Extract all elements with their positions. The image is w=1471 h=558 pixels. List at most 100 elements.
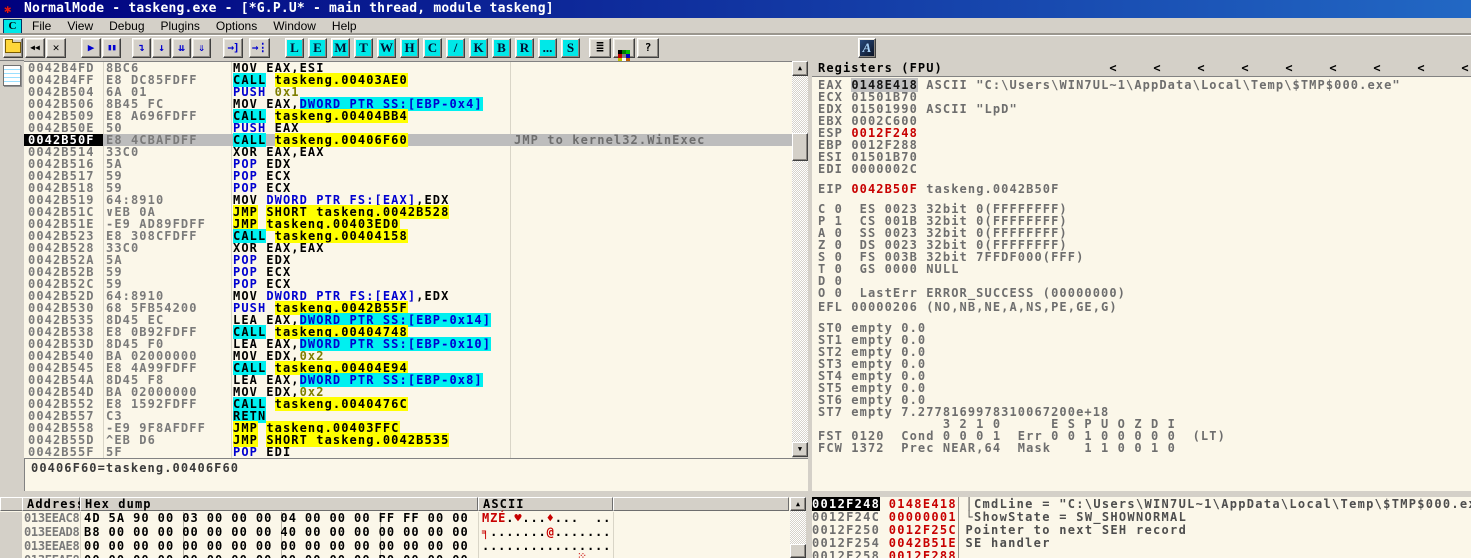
close-process-button[interactable]: ✕ xyxy=(46,38,66,58)
dump-bytes: 00000000000000000000000000000000 xyxy=(84,540,477,552)
collapse-chevron-icon[interactable]: < xyxy=(1193,62,1209,75)
disasm-row[interactable]: 0042B55D^EB D6JMP SHORT taskeng.0042B535 xyxy=(24,434,792,446)
mdi-child-icon[interactable]: C xyxy=(3,19,22,34)
execute-till-return-button[interactable]: →] xyxy=(223,38,243,58)
collapse-chevron-icon[interactable]: < xyxy=(1325,62,1341,75)
registers-body: EAX 0148E418 ASCII "C:\Users\WIN7UL~1\Ap… xyxy=(812,77,1471,491)
dump-header-blank xyxy=(613,497,789,511)
dump-bytes: 4D5A90000300000004000000FFFF0000 xyxy=(84,512,477,524)
disasm-row[interactable]: 0042B55F5FPOP EDI xyxy=(24,446,792,458)
scrollbar-thumb[interactable] xyxy=(790,544,806,558)
register-row[interactable]: EIP 0042B50F taskeng.0042B50F xyxy=(818,183,1059,195)
toolbar-letter-s[interactable]: S xyxy=(561,38,580,58)
hexdump-pane[interactable]: Address Hex dump ASCII 013EEAC84D5A90000… xyxy=(0,497,806,558)
menu-plugins[interactable]: Plugins xyxy=(153,18,208,35)
menu-options[interactable]: Options xyxy=(208,18,265,35)
windows-list-button[interactable]: ≣ xyxy=(589,38,611,58)
menu-debug[interactable]: Debug xyxy=(101,18,152,35)
collapse-chevron-icon[interactable]: < xyxy=(1413,62,1429,75)
menu-help[interactable]: Help xyxy=(324,18,365,35)
register-row[interactable]: EDI 0000002C xyxy=(818,163,918,175)
toolbar-letter-t[interactable]: T xyxy=(354,38,373,58)
stack-rows: 0012F248 0148E418 │CmdLine = "C:\Users\W… xyxy=(812,498,1471,558)
scrollbar-track[interactable] xyxy=(792,61,808,457)
dump-address: 013EEAE8 xyxy=(24,540,79,552)
dump-row[interactable]: 013EEAF8000000000000000000000000B0000000… xyxy=(0,554,806,558)
disasm-row[interactable]: 0042B52833C0XOR EAX,EAX xyxy=(24,242,792,254)
toolbar-letter-dots[interactable]: ... xyxy=(538,38,557,58)
collapse-chevron-icon[interactable]: < xyxy=(1369,62,1385,75)
menu-window[interactable]: Window xyxy=(265,18,324,35)
disasm-row[interactable]: 0042B552E8 1592FDFFCALL taskeng.0040476C xyxy=(24,398,792,410)
scrollbar-thumb[interactable] xyxy=(792,133,808,161)
dump-header-ascii: ASCII xyxy=(478,497,613,511)
stack-pane[interactable]: 0012F248 0148E418 │CmdLine = "C:\Users\W… xyxy=(812,497,1471,558)
trace-into-button[interactable]: ⇊ xyxy=(172,38,191,58)
collapse-chevron-icon[interactable]: < xyxy=(1281,62,1297,75)
scroll-down-icon[interactable]: ▼ xyxy=(792,442,808,457)
run-button[interactable]: ▶ xyxy=(81,38,101,58)
disasm-row[interactable]: 0042B509E8 A696FDFFCALL taskeng.00404BB4 xyxy=(24,110,792,122)
help-button[interactable]: ? xyxy=(637,38,659,58)
stack-address: 0012F258 xyxy=(812,549,880,558)
collapse-chevron-icon[interactable]: < xyxy=(1105,62,1121,75)
stack-row[interactable]: 0012F258 0012F288 xyxy=(812,550,1471,558)
toolbar-letter-c[interactable]: C xyxy=(423,38,442,58)
toolbar-letter-b[interactable]: B xyxy=(492,38,511,58)
dump-row[interactable]: 013EEAD8B8000000000000004000000000000000… xyxy=(0,526,806,540)
toolbar-letter-l[interactable]: L xyxy=(285,38,304,58)
dump-row[interactable]: 013EEAC84D5A90000300000004000000FFFF0000… xyxy=(0,512,806,526)
menu-file[interactable]: File xyxy=(24,18,59,35)
open-file-button[interactable] xyxy=(3,38,23,58)
execute-till-user-button[interactable]: →⋮ xyxy=(249,38,270,58)
disasm-row[interactable]: 0042B51433C0XOR EAX,EAX xyxy=(24,146,792,158)
toolbar-letter-slash[interactable]: / xyxy=(446,38,465,58)
step-over-button[interactable]: ↓ xyxy=(152,38,171,58)
stack-comment: └ShowState = SW_SHOWNORMAL xyxy=(965,510,1187,524)
toolbar-letter-e[interactable]: E xyxy=(308,38,327,58)
collapse-chevron-icon[interactable]: < xyxy=(1237,62,1253,75)
toolbar-letter-r[interactable]: R xyxy=(515,38,534,58)
disasm-row[interactable]: 0042B52A5APOP EDX xyxy=(24,254,792,266)
flag-line: O 0 LastErr ERROR_SUCCESS (00000000) xyxy=(818,287,1126,299)
disassembly-pane[interactable]: 0042B4FD8BC6MOV EAX,ESI0042B4FFE8 DC85FD… xyxy=(24,61,792,458)
dump-ascii: ╕.......@....... xyxy=(482,526,611,538)
stack-value: 0012F25C xyxy=(889,523,957,537)
dump-scrollbar[interactable]: ▲ xyxy=(790,497,806,558)
dump-bytes: B8000000000000004000000000000000 xyxy=(84,526,477,538)
dump-row[interactable]: 013EEAE8 00000000000000000000000000000000… xyxy=(0,540,806,554)
disasm-row[interactable]: 0042B52B59POP ECX xyxy=(24,266,792,278)
font-a-button[interactable]: A xyxy=(858,38,876,58)
dump-bytes: 000000000000000000000000B0000000 xyxy=(84,554,477,558)
disasm-row[interactable]: 0042B523E8 308CFDFFCALL taskeng.00404158 xyxy=(24,230,792,242)
disasm-scrollbar[interactable]: ▲ ▼ xyxy=(792,61,808,457)
stack-value: 0042B51E xyxy=(889,536,957,550)
disasm-row[interactable]: 0042B5165APOP EDX xyxy=(24,158,792,170)
collapse-chevron-icon[interactable]: < xyxy=(1149,62,1165,75)
disasm-row[interactable]: 0042B50FE8 4CBAFDFFCALL taskeng.00406F60… xyxy=(24,134,792,146)
restart-button[interactable]: ◀◀ xyxy=(25,38,45,58)
info-line-panel: 00406F60=taskeng.00406F60 xyxy=(24,458,810,493)
folder-open-icon xyxy=(5,42,21,53)
scroll-up-icon[interactable]: ▲ xyxy=(792,61,808,76)
scroll-up-icon[interactable]: ▲ xyxy=(790,497,806,511)
toolbar: ◀◀ ✕ ▶ ▮▮ ↴ ↓ ⇊ ⇓ →] →⋮ ≣ ? A LEMTWHC/KB… xyxy=(0,35,1471,61)
disasm-bytes: 5F xyxy=(106,446,123,458)
toolbar-letter-m[interactable]: M xyxy=(331,38,350,58)
registers-pane[interactable]: Registers (FPU) <<<<<<<<< EAX 0148E418 A… xyxy=(812,61,1471,491)
toolbar-letter-w[interactable]: W xyxy=(377,38,396,58)
collapse-chevron-icon[interactable]: < xyxy=(1457,62,1471,75)
trace-over-button[interactable]: ⇓ xyxy=(192,38,211,58)
pause-button[interactable]: ▮▮ xyxy=(102,38,121,58)
appearance-colors-button[interactable] xyxy=(613,38,635,58)
menu-view[interactable]: View xyxy=(59,18,101,35)
window-title: NormalMode - taskeng.exe - [*G.P.U* - ma… xyxy=(24,0,554,18)
titlebar[interactable]: ✱ NormalMode - taskeng.exe - [*G.P.U* - … xyxy=(0,0,1471,18)
disasm-row[interactable]: 0042B51759POP ECX xyxy=(24,170,792,182)
fcw-line: FCW 1372 Prec NEAR,64 Mask 1 1 0 0 1 0 xyxy=(818,442,1176,454)
step-into-button[interactable]: ↴ xyxy=(132,38,151,58)
stack-address: 0012F254 xyxy=(812,536,880,550)
dump-ascii: MZÉ.♥...♦... .. xyxy=(482,512,611,524)
toolbar-letter-h[interactable]: H xyxy=(400,38,419,58)
toolbar-letter-k[interactable]: K xyxy=(469,38,488,58)
